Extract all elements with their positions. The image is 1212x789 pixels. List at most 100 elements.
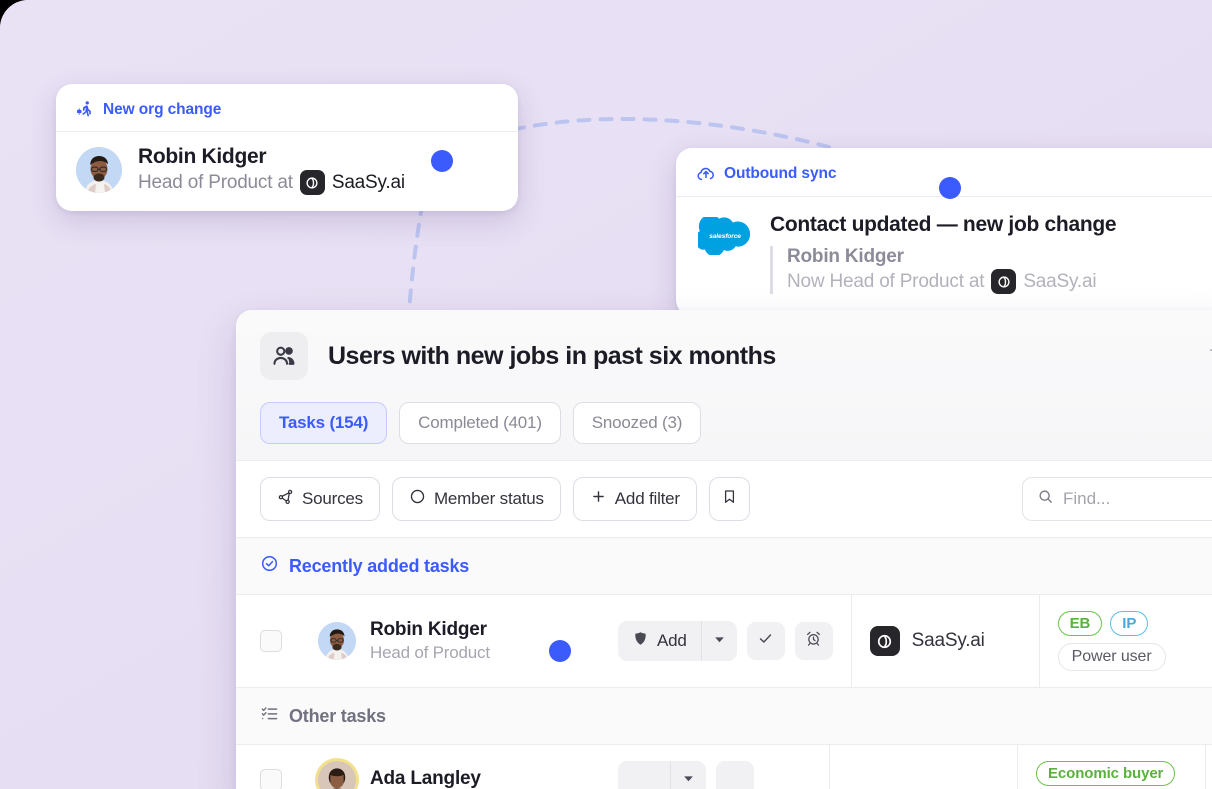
row-tags-cell: EB IP Power user <box>1040 595 1212 687</box>
filter-member-status-label: Member status <box>433 489 544 508</box>
circle-icon <box>409 488 426 510</box>
share-nodes-icon <box>277 488 294 510</box>
panel-header: Users with new jobs in past six months T… <box>236 310 1212 461</box>
search-input[interactable] <box>1063 489 1207 509</box>
add-filter-label: Add filter <box>614 489 680 508</box>
row-person-cell: Ada Langley <box>300 745 600 789</box>
avatar <box>318 761 356 789</box>
tab-snoozed[interactable]: Snoozed (3) <box>572 402 702 444</box>
card-header: New org change <box>56 84 518 132</box>
flow-dot-origin <box>431 150 453 172</box>
sync-title: Contact updated — new job change <box>770 213 1117 236</box>
checklist-icon <box>260 704 279 728</box>
bookmark-button[interactable] <box>708 477 750 521</box>
search-icon <box>1037 488 1054 510</box>
users-group-icon <box>260 332 308 380</box>
company-name: SaaSy.ai <box>331 171 405 193</box>
filter-sources-label: Sources <box>302 489 363 508</box>
saasy-logo-icon <box>869 626 900 656</box>
person-title-text: Head of Product at <box>138 171 293 193</box>
svg-text:salesforce: salesforce <box>709 233 741 240</box>
row-person-info: Robin Kidger Head of Product <box>370 619 490 663</box>
card-header-label: New org change <box>103 100 222 118</box>
card-body: Robin Kidger Head of Product at SaaSy.ai <box>56 132 518 211</box>
page-title: Users with new jobs in past six months <box>328 341 776 370</box>
add-button-label: Add <box>657 631 687 650</box>
filter-toolbar: Sources Member status Add filter <box>236 461 1212 538</box>
row-actions-cell <box>600 745 830 789</box>
tab-completed[interactable]: Completed (401) <box>399 402 561 444</box>
group-label: Recently added tasks <box>289 555 470 576</box>
quote-person-name: Robin Kidger <box>787 246 904 267</box>
group-header-other-tasks: Other tasks <box>236 688 1212 745</box>
plus-icon <box>590 488 607 510</box>
complete-task-button[interactable] <box>746 622 785 660</box>
status-badge: Economic buyer <box>1036 761 1176 786</box>
row-person-name: Robin Kidger <box>370 619 487 640</box>
complete-task-button[interactable] <box>716 761 754 789</box>
saasy-logo-icon <box>299 170 325 195</box>
chevron-down-icon <box>713 631 726 651</box>
row-checkbox[interactable] <box>260 630 282 652</box>
row-company-name: SaaSy.ai <box>911 630 985 651</box>
card-body: salesforce Contact updated — new job cha… <box>676 197 1212 316</box>
row-role-cell <box>1206 745 1212 789</box>
row-person-name: Ada Langley <box>370 768 481 789</box>
alarm-clock-icon <box>805 630 822 652</box>
row-actions-cell: Add <box>600 595 852 687</box>
add-button-group[interactable] <box>618 761 706 789</box>
tabs: Tasks (154) Completed (401) Snoozed (3) <box>260 402 1212 444</box>
status-badge: IP <box>1110 611 1149 636</box>
person-title: Head of Product at SaaSy.ai <box>138 170 405 195</box>
tasks-panel: Users with new jobs in past six months T… <box>236 310 1212 789</box>
chevron-down-icon <box>682 770 695 789</box>
filter-member-status-button[interactable]: Member status <box>391 477 561 521</box>
row-checkbox-cell[interactable] <box>236 745 300 789</box>
add-button[interactable]: Add <box>618 621 701 661</box>
group-label: Other tasks <box>289 705 386 726</box>
flow-dot-sync <box>939 177 961 199</box>
row-company-cell <box>830 745 1018 789</box>
snooze-task-button[interactable] <box>794 622 833 660</box>
table-row[interactable]: Robin Kidger Head of Product Add SaaSy.a… <box>236 595 1212 688</box>
add-filter-button[interactable]: Add filter <box>572 477 697 521</box>
tab-tasks[interactable]: Tasks (154) <box>260 402 388 444</box>
row-company-cell: SaaSy.ai <box>852 595 1040 687</box>
row-checkbox[interactable] <box>260 769 282 789</box>
add-button[interactable] <box>618 761 670 789</box>
shield-icon <box>632 630 649 652</box>
card-outbound-sync[interactable]: Outbound sync salesforce Contact updated… <box>676 148 1212 316</box>
quote-title-text: Now Head of Product at <box>787 270 985 292</box>
row-person-title: Head of Product <box>370 643 490 662</box>
status-badge: EB <box>1057 611 1103 636</box>
secondary-badge: Power user <box>1057 643 1166 671</box>
check-icon <box>757 630 774 652</box>
avatar <box>76 147 122 193</box>
row-person-info: Ada Langley <box>370 768 481 789</box>
row-tags-cell: Economic buyer <box>1018 745 1206 789</box>
person-info: Robin Kidger Head of Product at SaaSy.ai <box>138 145 405 195</box>
add-button-caret[interactable] <box>670 761 706 789</box>
row-checkbox-cell[interactable] <box>236 595 300 687</box>
add-button-caret[interactable] <box>700 621 737 661</box>
sync-content: Contact updated — new job change Robin K… <box>770 213 1117 294</box>
card-header-label: Outbound sync <box>724 165 837 182</box>
quote-company-name: SaaSy.ai <box>1023 270 1097 292</box>
sync-quote: Robin Kidger Now Head of Product at SaaS… <box>770 246 1116 294</box>
person-name: Robin Kidger <box>138 145 267 168</box>
search-box[interactable] <box>1022 477 1212 521</box>
check-circle-icon <box>260 554 279 578</box>
table-row[interactable]: Ada Langley Economic buyer <box>236 745 1212 789</box>
add-button-group[interactable]: Add <box>618 621 737 661</box>
cloud-upload-icon <box>696 164 716 184</box>
filter-sources-button[interactable]: Sources <box>260 477 380 521</box>
group-header-recently-added: Recently added tasks <box>236 538 1212 595</box>
salesforce-logo-icon: salesforce <box>694 213 752 260</box>
bookmark-icon <box>721 488 738 510</box>
quote-person-title: Now Head of Product at SaaSy.ai <box>787 269 1116 294</box>
row-tag-badges: EB IP <box>1057 611 1149 636</box>
card-new-org-change[interactable]: New org change Robin Kidger Head of Prod… <box>56 84 518 211</box>
row-tag-badges: Economic buyer <box>1036 761 1176 786</box>
screen: New org change Robin Kidger Head of Prod… <box>0 0 1212 789</box>
avatar <box>318 622 356 660</box>
